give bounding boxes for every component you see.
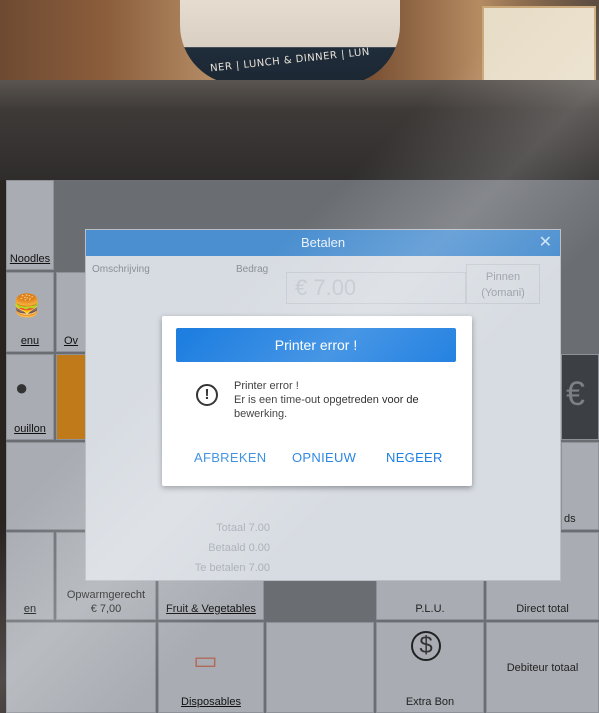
tile-blank-1[interactable] <box>6 442 86 530</box>
tile-extra-bon[interactable]: $ Extra Bon <box>376 622 484 713</box>
abort-button[interactable]: AFBREKEN <box>194 450 266 465</box>
tile-blank-2[interactable] <box>6 622 156 713</box>
tile-debiteur-totaal[interactable]: Debiteur totaal <box>486 622 599 713</box>
to-pay-label: Te betalen 7.00 <box>194 562 270 574</box>
tile-noodles[interactable]: Noodles <box>6 180 54 270</box>
total-label: Totaal 7.00 <box>216 522 270 534</box>
tile-label: ouillon <box>14 423 46 435</box>
tile-label: Disposables <box>181 696 241 708</box>
tile-label: Ov <box>63 335 79 347</box>
pin-yomani-button[interactable]: Pinnen (Yomani) <box>466 264 540 304</box>
error-heading: Printer error ! <box>234 380 299 392</box>
tile-ds[interactable]: ds <box>561 442 599 530</box>
pin-button-label: Pinnen (Yomani) <box>481 271 525 299</box>
tile-disposables[interactable]: ▭ Disposables <box>158 622 264 713</box>
tile-label: Debiteur totaal <box>506 662 579 674</box>
dollar-receipt-icon: $ <box>411 631 441 661</box>
paid-label: Betaald 0.00 <box>208 542 270 554</box>
monitor-bezel <box>0 80 599 180</box>
error-message: Er is een time-out opgetreden voor de <box>234 394 419 406</box>
cardboard-box <box>482 6 596 82</box>
column-amount: Bedrag <box>236 264 269 275</box>
tile-ov[interactable]: Ov <box>56 272 86 352</box>
tile-label: en <box>23 603 37 615</box>
printer-error-dialog: Printer error ! ! Printer error ! Er is … <box>162 316 472 486</box>
tile-en[interactable]: en <box>6 532 54 620</box>
tile-label: Opwarmgerecht <box>66 589 146 601</box>
error-title: Printer error ! <box>176 328 456 362</box>
tile-label: Extra Bon <box>405 696 455 708</box>
close-icon[interactable]: ✕ <box>539 230 552 256</box>
ignore-button[interactable]: NEGEER <box>386 450 443 465</box>
amount-display: € 7.00 <box>286 272 466 304</box>
box-icon: ▭ <box>193 645 218 675</box>
column-description: Omschrijving <box>92 264 150 275</box>
tile-label: P.L.U. <box>415 603 445 615</box>
euro-icon: € <box>566 375 585 413</box>
tile-label: Direct total <box>516 603 569 615</box>
retry-button[interactable]: OPNIEUW <box>292 450 356 465</box>
soup-icon: ● <box>15 375 29 400</box>
tile-label: Fruit & Vegetables <box>166 603 256 615</box>
tile-menu[interactable]: 🍔 enu <box>6 272 54 352</box>
tile-euro[interactable]: € <box>561 354 599 440</box>
error-message-cont: bewerking. <box>234 408 288 420</box>
betalen-title-bar: Betalen ✕ <box>86 230 560 256</box>
warning-icon: ! <box>196 384 218 406</box>
tile-bouillon[interactable]: ● ouillon <box>6 354 54 440</box>
tile-label: Noodles <box>9 253 51 265</box>
betalen-title: Betalen <box>300 235 346 250</box>
burger-icon: 🍔 <box>13 293 41 318</box>
tile-price: € 7,00 <box>90 603 122 615</box>
tile-amber[interactable] <box>56 354 86 440</box>
tile-blank-3[interactable] <box>266 622 374 713</box>
tile-label: enu <box>20 335 40 347</box>
tile-label: ds <box>564 513 576 525</box>
